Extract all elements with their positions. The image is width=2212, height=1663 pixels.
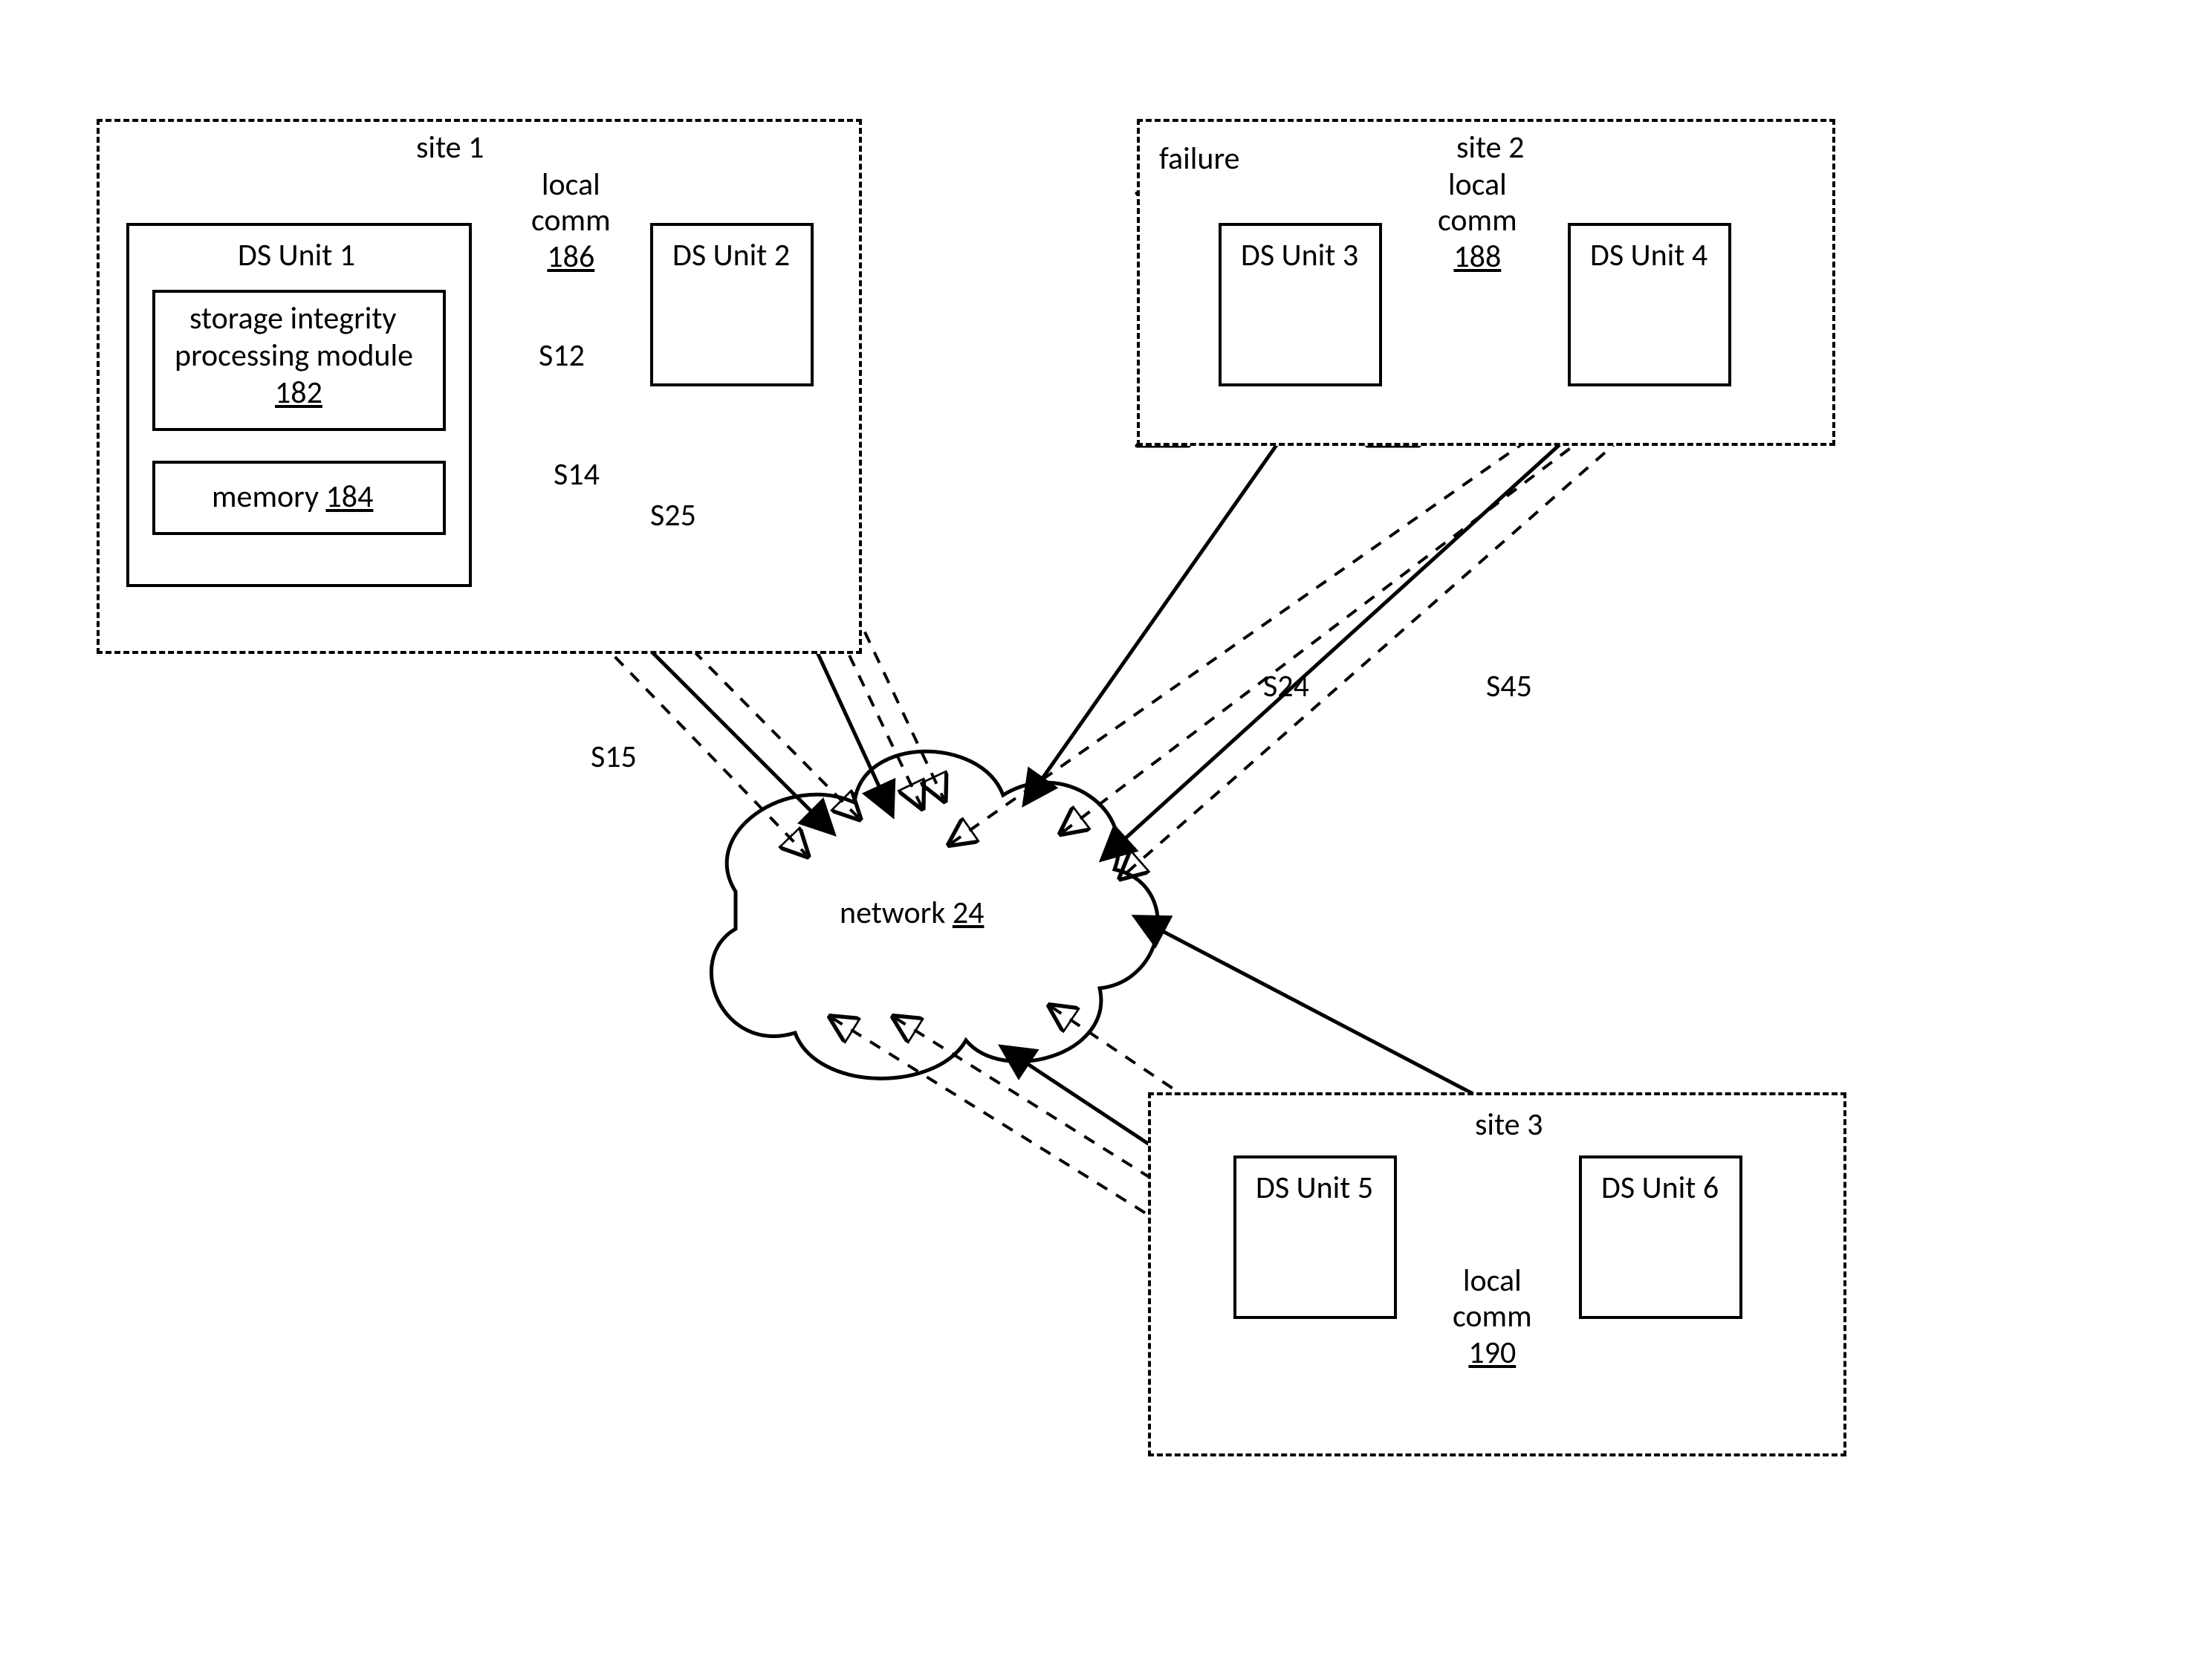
slice-s45-ds4 (1122, 394, 1672, 877)
site-3-title: site 3 (1475, 1107, 1543, 1143)
memory-label: memory 184 (212, 479, 373, 515)
ds-unit-3-title: DS Unit 3 (1241, 238, 1358, 273)
label-s45: S45 (1486, 669, 1532, 704)
module-ref: 182 (275, 375, 322, 411)
site-1-title: site 1 (416, 130, 484, 166)
label-s12: S12 (539, 338, 585, 374)
label-s24: S24 (1263, 669, 1309, 704)
slice-s24-ds4 (1063, 394, 1642, 832)
ds-unit-4-title: DS Unit 4 (1590, 238, 1707, 273)
local-comm-186-label: local comm 186 (531, 167, 611, 275)
local-comm-190-label: local comm 190 (1453, 1263, 1532, 1371)
ds-unit-1-title: DS Unit 1 (238, 238, 355, 273)
local-comm-188-label: local comm 188 (1438, 167, 1517, 275)
label-s25: S25 (650, 498, 696, 534)
module-line1: storage integrity (189, 301, 396, 337)
link-ds4-cloud (1103, 390, 1620, 858)
label-s15: S15 (591, 739, 637, 775)
site-2-title: site 2 (1456, 130, 1524, 166)
module-line2: processing module (175, 338, 413, 374)
slice-s14-ds4 (951, 394, 1594, 843)
link-ds3-cloud (1025, 390, 1315, 803)
network-label: network 24 (840, 895, 984, 931)
ds-unit-5-title: DS Unit 5 (1256, 1170, 1373, 1206)
ds-unit-2-title: DS Unit 2 (672, 238, 790, 273)
failure-label: failure (1159, 141, 1239, 177)
label-s14: S14 (554, 457, 600, 493)
ds-unit-6-title: DS Unit 6 (1601, 1170, 1719, 1206)
